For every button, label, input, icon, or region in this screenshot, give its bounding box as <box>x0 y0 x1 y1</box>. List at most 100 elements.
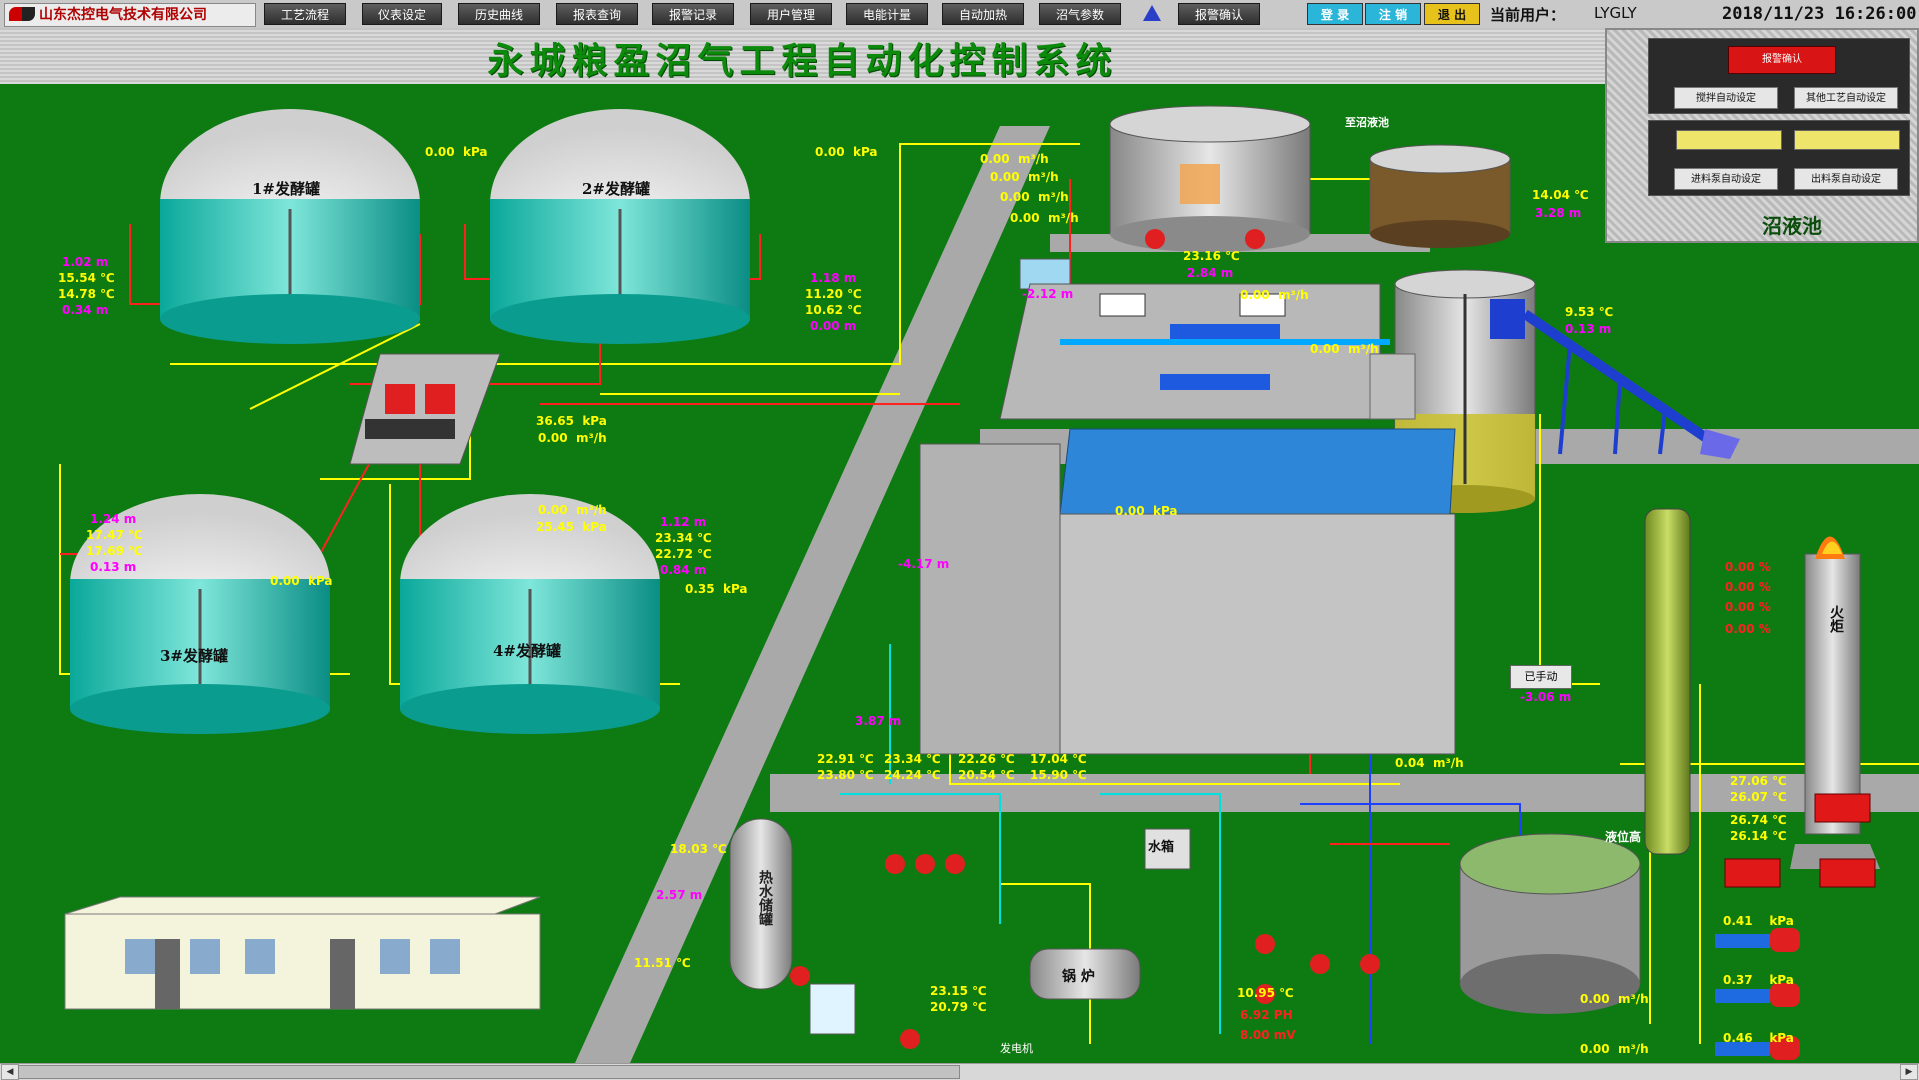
hot-water-level: 2.57 m <box>656 888 703 902</box>
tank-3-pressure: 0.00 kPa <box>270 574 333 588</box>
office-building <box>64 896 541 1010</box>
manifold-pressure-2: 25.45 kPa <box>536 520 607 534</box>
nav-process-flow[interactable]: 工艺流程 <box>264 3 346 25</box>
hot-water-tank-label: 热水储罐 <box>757 870 773 926</box>
fermentation-tank-4[interactable] <box>400 494 660 734</box>
tank-3-level: 1.24 m <box>90 512 137 526</box>
feed-out-pump-settings-button[interactable]: 出料泵自动设定 <box>1794 168 1898 190</box>
tank-3-temp-a: 17.47 ℃ <box>86 528 143 542</box>
manifold-flow-2: 0.00 m³/h <box>538 503 607 517</box>
page-title: 永城粮盈沼气工程自动化控制系统 <box>487 40 1118 82</box>
alarm-confirm-red-button[interactable]: 报警确认 <box>1728 46 1836 74</box>
manifold-pressure-1: 36.65 kPa <box>536 414 607 428</box>
pump-house-level-2: 3.87 m <box>855 714 902 728</box>
gas-temp-2: 26.07 ℃ <box>1730 790 1787 804</box>
pool-level: 3.28 m <box>1535 206 1582 220</box>
tank-1-temp-b: 14.78 ℃ <box>58 287 115 301</box>
other-process-settings-button[interactable]: 其他工艺自动设定 <box>1794 87 1898 109</box>
desulf-reading-4: 0.00 % <box>1725 622 1771 636</box>
hot-water-low-temp: 11.51 ℃ <box>634 956 691 970</box>
temp-row1-b: 23.34 ℃ <box>884 752 941 766</box>
temp-row2-a: 23.80 ℃ <box>817 768 874 782</box>
scroll-thumb[interactable] <box>18 1065 960 1079</box>
flow-top-2: 0.00 m³/h <box>990 170 1059 184</box>
manifold-flow-1: 0.00 m³/h <box>538 431 607 445</box>
tank-1-level-b: 0.34 m <box>62 303 109 317</box>
desulf-reading-1: 0.00 % <box>1725 560 1771 574</box>
logout-user-button[interactable]: 注 销 <box>1365 3 1421 25</box>
water-tank-label: 水箱 <box>1148 840 1175 855</box>
login-button[interactable]: 登 录 <box>1307 3 1363 25</box>
temp-row1-c: 22.26 ℃ <box>958 752 1015 766</box>
nav-auto-heating[interactable]: 自动加热 <box>942 3 1024 25</box>
nav-instrument-settings[interactable]: 仪表设定 <box>362 3 442 25</box>
scroll-right-arrow-icon[interactable]: ▶ <box>1900 1064 1918 1080</box>
tank-3-level-b: 0.13 m <box>90 560 137 574</box>
boiler-label: 锅 炉 <box>1062 969 1095 985</box>
pump-house-level: -4.17 m <box>898 557 950 571</box>
liquid-level-high-label: 液位高 <box>1605 830 1642 844</box>
nav-alarm-records[interactable]: 报警记录 <box>652 3 734 25</box>
slurry-treatment-pool[interactable] <box>1459 833 1641 1014</box>
gas-pressure-3: 0.46 kPa <box>1723 1031 1794 1045</box>
nav-history-curve[interactable]: 历史曲线 <box>458 3 540 25</box>
alarm-triangle-icon[interactable] <box>1143 5 1161 21</box>
tank-3-label: 3#发酵罐 <box>160 647 229 665</box>
hot-water-temp: 18.03 ℃ <box>670 842 727 856</box>
temp-row1-a: 22.91 ℃ <box>817 752 874 766</box>
gas-temp-4: 26.14 ℃ <box>1730 829 1787 843</box>
flare-label: 火炬 <box>1828 605 1844 633</box>
desulf-reading-3: 0.00 % <box>1725 600 1771 614</box>
hydrolysis-temp: 9.53 ℃ <box>1565 305 1614 319</box>
tank-1-pressure: 0.00 kPa <box>425 145 488 159</box>
nav-report-query[interactable]: 报表查询 <box>556 3 638 25</box>
scroll-left-arrow-icon[interactable]: ◀ <box>1 1064 19 1080</box>
pool-water-temp: 10.95 ℃ <box>1237 986 1294 1000</box>
nav-user-management[interactable]: 用户管理 <box>750 3 832 25</box>
tank-4-label: 4#发酵罐 <box>493 642 562 660</box>
pretreatment-level: 2.84 m <box>1187 266 1234 280</box>
pretreatment-temp: 23.16 ℃ <box>1183 249 1240 263</box>
tank-3-temp-b: 17.69 ℃ <box>86 544 143 558</box>
hydrolysis-level: 0.13 m <box>1565 322 1612 336</box>
nav-biogas-params[interactable]: 沼气参数 <box>1039 3 1121 25</box>
boiler-temp-2: 20.79 ℃ <box>930 1000 987 1014</box>
tank-4-temp-b: 22.72 ℃ <box>655 547 712 561</box>
nav-energy-metering[interactable]: 电能计量 <box>846 3 928 25</box>
tank-2-level-b: 0.00 m <box>810 319 857 333</box>
gas-temp-1: 27.06 ℃ <box>1730 774 1787 788</box>
generator-label: 发电机 <box>1000 1042 1033 1055</box>
nav-alarm-confirm[interactable]: 报警确认 <box>1178 3 1260 25</box>
tank-2-label: 2#发酵罐 <box>582 180 651 198</box>
company-logo-icon <box>9 7 35 21</box>
tank-2-level: 1.18 m <box>810 271 857 285</box>
warehouse-building[interactable] <box>919 428 1456 755</box>
flow-top-3: 0.00 m³/h <box>1000 190 1069 204</box>
manual-mode-button[interactable]: 已手动 <box>1510 665 1572 689</box>
gas-pressure-1: 0.41 kPa <box>1723 914 1794 928</box>
datetime-display: 2018/11/23 16:26:00 <box>1722 4 1917 24</box>
current-user-label: 当前用户： <box>1490 6 1566 24</box>
boiler-temp-1: 23.15 ℃ <box>930 984 987 998</box>
desulfurization-tower[interactable] <box>1644 508 1691 855</box>
pump-house-pressure: 0.00 kPa <box>1115 504 1178 518</box>
tank-2-pressure: 0.00 kPa <box>815 145 878 159</box>
biogas-slurry-pool-tank[interactable] <box>1369 144 1511 248</box>
pit-level: -2.12 m <box>1022 287 1074 301</box>
tank-4-level-b: 0.84 m <box>660 563 707 577</box>
manual-pump-level: -3.06 m <box>1520 690 1572 704</box>
generator-unit[interactable] <box>809 983 856 1035</box>
company-logo: 山东杰控电气技术有限公司 <box>4 3 256 27</box>
pretreatment-tank[interactable] <box>1109 105 1311 252</box>
temp-row2-c: 20.54 ℃ <box>958 768 1015 782</box>
pump-manifold[interactable] <box>349 353 501 465</box>
temp-row2-d: 15.90 ℃ <box>1030 768 1087 782</box>
fermentation-tank-1[interactable] <box>160 109 420 344</box>
feed-out-indicator <box>1794 130 1900 150</box>
stir-auto-settings-button[interactable]: 搅拌自动设定 <box>1674 87 1778 109</box>
feed-in-pump-settings-button[interactable]: 进料泵自动设定 <box>1674 168 1778 190</box>
fermentation-tank-2[interactable] <box>490 109 750 344</box>
exit-button[interactable]: 退 出 <box>1424 3 1480 25</box>
pool-orp: 8.00 mV <box>1240 1028 1296 1042</box>
bottom-flow-2: 0.00 m³/h <box>1580 1042 1649 1056</box>
